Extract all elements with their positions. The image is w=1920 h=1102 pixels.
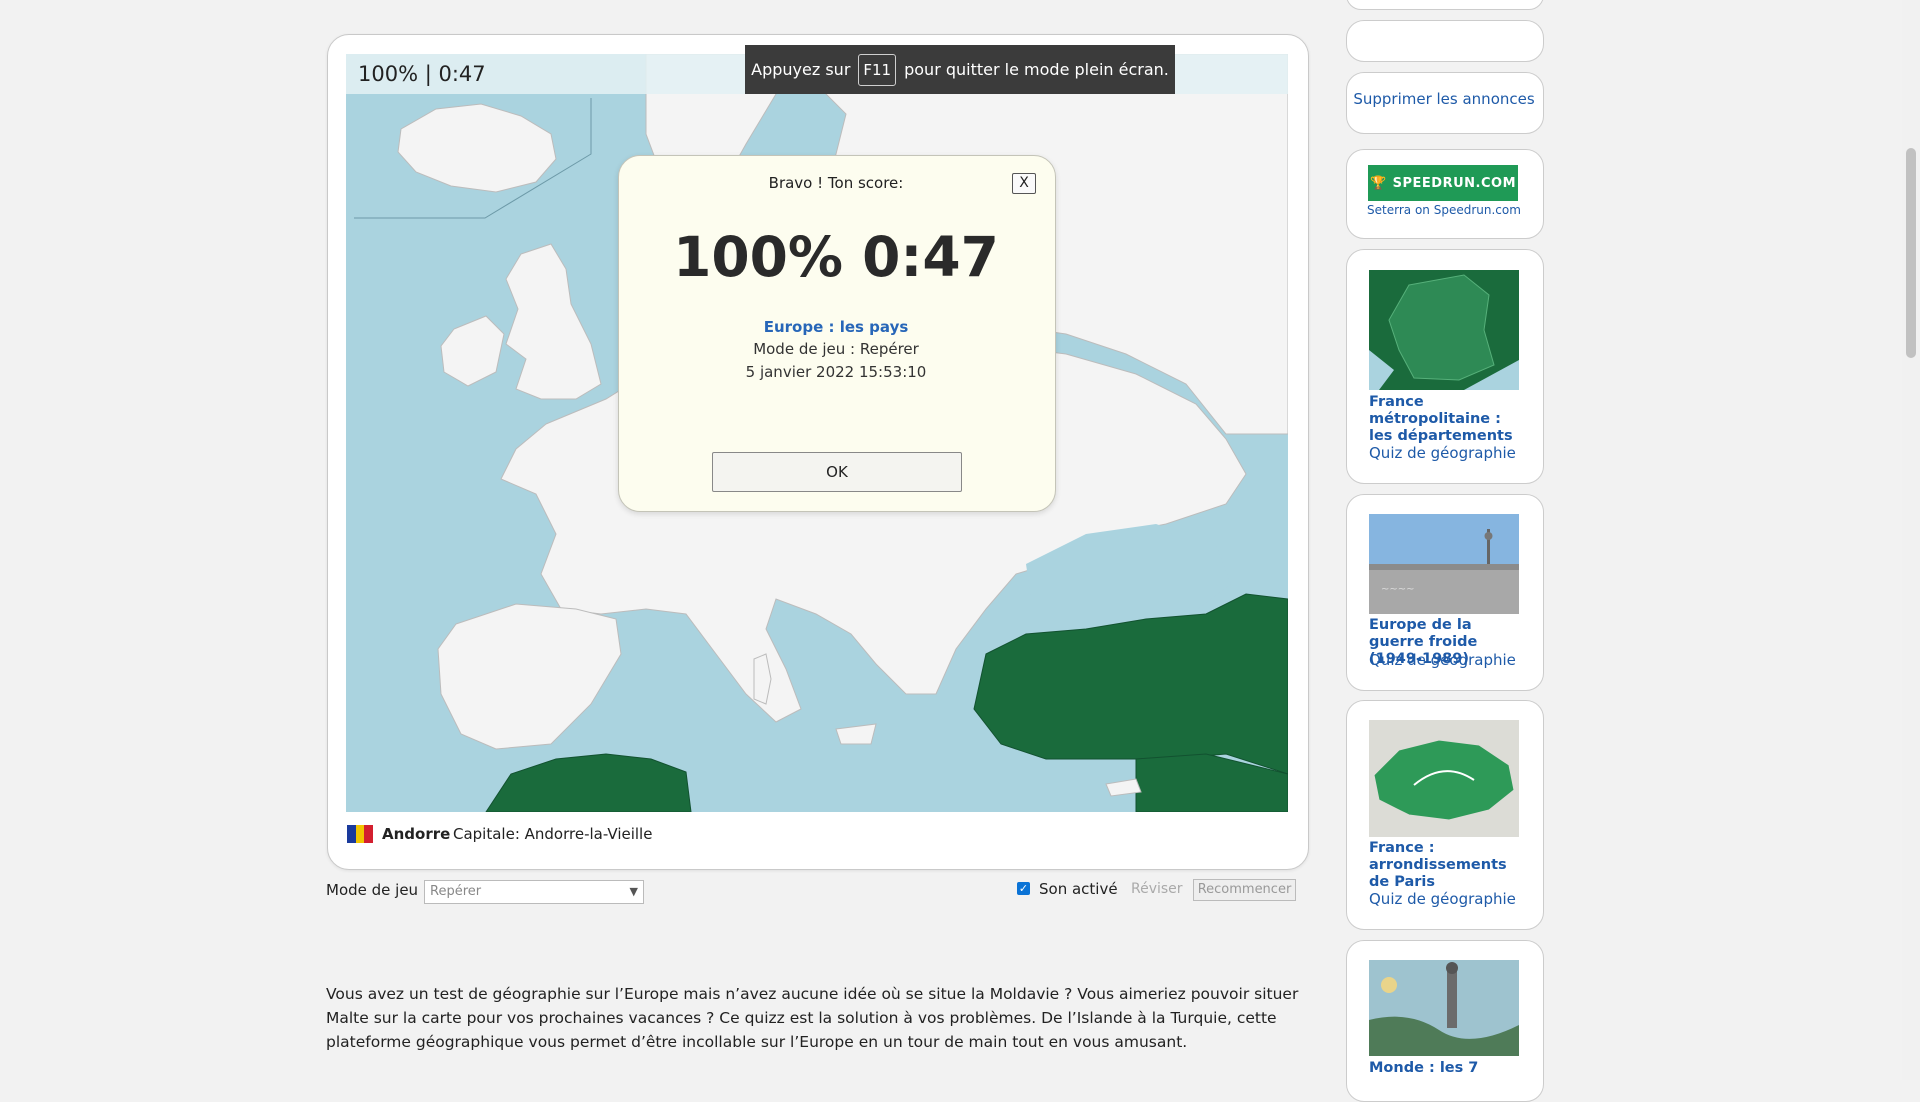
remove-ads-link[interactable]: Supprimer les annonces [1346,90,1542,108]
country-name: Andorre [382,825,451,843]
modal-score: 100% 0:47 [673,225,999,289]
related-subtitle-2[interactable]: Quiz de géographie [1369,651,1516,669]
andorra-flag-icon [347,825,374,843]
restart-button[interactable]: Recommencer [1193,879,1296,901]
sidebar-ad-card [1346,20,1544,62]
f11-key: F11 [858,53,897,86]
related-title-4[interactable]: Monde : les 7 [1369,1060,1529,1077]
review-button[interactable]: Réviser [1131,881,1183,897]
france-map-thumbnail [1369,270,1519,390]
svg-text:~~~~: ~~~~ [1381,584,1415,595]
chevron-down-icon: ▼ [629,885,638,898]
sidebar-card-top [1346,0,1544,10]
modal-close-button[interactable]: X [1012,173,1036,194]
mode-select-value: Repérer [430,884,482,899]
sound-checkbox[interactable]: ✓ [1017,882,1030,895]
country-capital: Capitale: Andorre-la-Vieille [453,825,653,843]
trophy-icon: 🏆 [1369,175,1387,191]
mode-label: Mode de jeu : [326,881,428,899]
modal-mode-text: Mode de jeu : Repérer [753,340,919,358]
related-title-1[interactable]: France métropolitaine : les départements [1369,394,1529,445]
related-subtitle-3[interactable]: Quiz de géographie [1369,890,1516,908]
speedrun-logo-text: SPEEDRUN.COM [1392,175,1517,191]
fullscreen-toast: Appuyez sur F11 pour quitter le mode ple… [745,45,1175,94]
world-wonders-thumbnail [1369,960,1519,1056]
berlin-wall-thumbnail: ~~~~ [1369,514,1519,614]
modal-date-text: 5 janvier 2022 15:53:10 [745,363,927,381]
modal-quiz-link[interactable]: Europe : les pays [618,318,1054,336]
ok-button[interactable]: OK [712,452,962,492]
related-title-3[interactable]: France : arrondissements de Paris [1369,840,1529,891]
mode-select[interactable]: Repérer ▼ [424,880,644,904]
scrollbar-thumb[interactable] [1906,148,1916,358]
sound-label[interactable]: Son activé [1039,880,1118,898]
paris-map-thumbnail [1369,720,1519,837]
description-text: Vous avez un test de géographie sur l’Eu… [326,985,1299,1051]
speedrun-logo[interactable]: 🏆 SPEEDRUN.COM [1368,165,1518,201]
modal-heading: Bravo ! Ton score: [768,174,904,192]
toast-text-before: Appuyez sur [751,60,851,79]
toast-text-after: pour quitter le mode plein écran. [904,60,1169,79]
related-subtitle-1[interactable]: Quiz de géographie [1369,444,1516,462]
speedrun-link[interactable]: Seterra on Speedrun.com [1346,203,1542,217]
